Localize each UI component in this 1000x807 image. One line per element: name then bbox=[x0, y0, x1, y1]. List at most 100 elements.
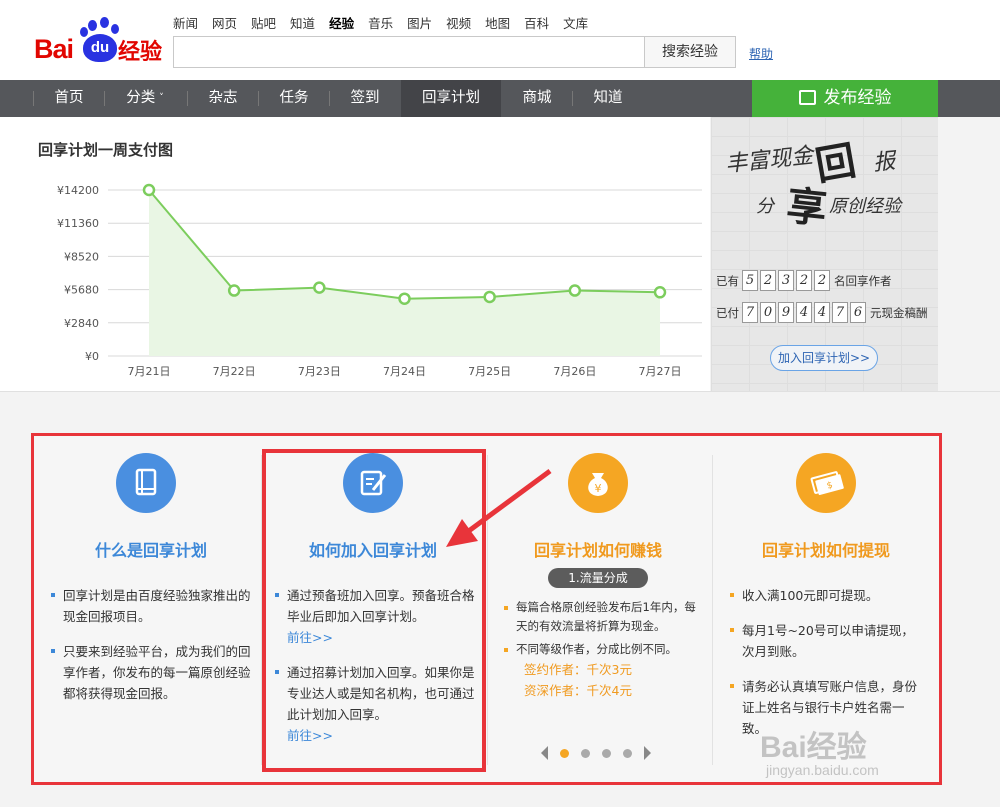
earn-item-text: 不同等级作者，分成比例不同。 bbox=[516, 642, 677, 656]
prev-arrow-icon[interactable] bbox=[541, 746, 548, 760]
svg-text:¥: ¥ bbox=[595, 482, 602, 495]
list-item: 每篇合格原创经验发布后1年内，每天的有效流量将折算为现金。 bbox=[504, 598, 698, 636]
x-tick-label: 7月26日 bbox=[553, 365, 596, 378]
y-tick-label: ¥2840 bbox=[64, 317, 99, 330]
payment-chart-panel: 回享计划一周支付图 ¥0 ¥2840 ¥5680 ¥8520 ¥11360 ¥14200 7… bbox=[0, 117, 710, 391]
publish-button[interactable]: 发布经验 bbox=[752, 80, 938, 117]
nav-magazine[interactable]: 杂志 bbox=[188, 80, 258, 117]
pen-icon bbox=[798, 90, 816, 105]
x-tick-label: 7月23日 bbox=[298, 365, 341, 378]
x-tick-label: 7月27日 bbox=[639, 365, 682, 378]
earn-list: 每篇合格原创经验发布后1年内，每天的有效流量将折算为现金。 不同等级作者，分成比… bbox=[504, 598, 698, 701]
promo-big2: 享 bbox=[784, 182, 829, 233]
data-point bbox=[313, 281, 326, 294]
y-tick-label: ¥14200 bbox=[57, 184, 99, 197]
digit: 7 bbox=[742, 302, 758, 323]
data-point bbox=[398, 292, 411, 305]
data-point bbox=[142, 183, 156, 197]
data-point bbox=[568, 284, 582, 297]
topnav-tieba[interactable]: 贴吧 bbox=[251, 16, 276, 31]
topnav-map[interactable]: 地图 bbox=[485, 16, 510, 31]
digit: 7 bbox=[832, 302, 848, 323]
watermark-url: jingyan.baidu.com bbox=[766, 762, 879, 778]
x-tick-label: 7月21日 bbox=[128, 365, 171, 378]
topnav-baike[interactable]: 百科 bbox=[524, 16, 549, 31]
promo-line1b: 报 bbox=[872, 148, 897, 177]
watermark: Bai经验 jingyan.baidu.com bbox=[760, 722, 879, 778]
paid-post: 元现金稿酬 bbox=[870, 305, 928, 320]
topnav-images[interactable]: 图片 bbox=[407, 16, 432, 31]
topnav-wenku[interactable]: 文库 bbox=[563, 16, 588, 31]
topnav-zhidao[interactable]: 知道 bbox=[290, 16, 315, 31]
cash-icon: $ bbox=[796, 453, 856, 513]
search-button[interactable]: 搜索经验 bbox=[644, 36, 736, 68]
digit: 4 bbox=[814, 302, 830, 323]
nav-mall[interactable]: 商城 bbox=[502, 80, 572, 117]
topnav-jingyan[interactable]: 经验 bbox=[329, 16, 354, 31]
pager-dot[interactable] bbox=[623, 748, 632, 758]
pager-dot[interactable] bbox=[560, 748, 569, 758]
search-input[interactable] bbox=[173, 36, 645, 68]
digit: 4 bbox=[796, 302, 812, 323]
join-plan-button[interactable]: 加入回享计划>> bbox=[770, 345, 878, 371]
money-bag-icon: ¥ bbox=[568, 453, 628, 513]
nav-huixiang[interactable]: 回享计划 bbox=[401, 80, 501, 117]
column-title: 回享计划如何提现 bbox=[761, 541, 890, 560]
nav-tasks[interactable]: 任务 bbox=[259, 80, 329, 117]
x-tick-label: 7月24日 bbox=[383, 365, 426, 378]
help-link[interactable]: 帮助 bbox=[749, 45, 773, 62]
list-item: 回享计划是由百度经验独家推出的现金回报项目。 bbox=[51, 585, 251, 627]
y-tick-label: ¥11360 bbox=[57, 217, 99, 230]
signed-author-rate: 签约作者：千次3元 bbox=[524, 662, 632, 677]
baidu-jingyan-logo[interactable]: Bai du 经验 bbox=[34, 17, 164, 65]
digit: 2 bbox=[814, 270, 830, 291]
paw-toe-2 bbox=[100, 17, 109, 28]
logo-suffix: 经验 bbox=[118, 40, 163, 65]
paw-toe-4 bbox=[80, 27, 88, 37]
topnav-news[interactable]: 新闻 bbox=[173, 16, 198, 31]
logo-du: du bbox=[83, 34, 117, 62]
digit: 2 bbox=[796, 270, 812, 291]
topnav-music[interactable]: 音乐 bbox=[368, 16, 393, 31]
next-arrow-icon[interactable] bbox=[644, 746, 651, 760]
area-fill bbox=[149, 190, 660, 356]
data-point bbox=[227, 284, 241, 297]
carousel-pager bbox=[541, 746, 651, 760]
promo-line2b: 原创经验 bbox=[829, 196, 901, 217]
book-icon bbox=[116, 453, 176, 513]
nav-zhidao[interactable]: 知道 bbox=[573, 80, 643, 117]
paid-amount-row: 已付 7 0 9 4 4 7 6 元现金稿酬 bbox=[716, 302, 928, 323]
publish-label: 发布经验 bbox=[823, 88, 892, 108]
logo-bai: Bai bbox=[34, 34, 74, 64]
topnav-video[interactable]: 视频 bbox=[446, 16, 471, 31]
y-tick-label: ¥8520 bbox=[64, 250, 99, 263]
paw-toe-3 bbox=[111, 24, 119, 34]
x-tick-label: 7月25日 bbox=[468, 365, 511, 378]
chevron-down-icon: ˅ bbox=[159, 93, 164, 103]
digit: 0 bbox=[760, 302, 776, 323]
list-item: 每月1号~20号可以申请提现，次月到账。 bbox=[730, 620, 926, 662]
list-item: 不同等级作者，分成比例不同。 签约作者：千次3元 资深作者：千次4元 bbox=[504, 640, 698, 701]
topnav-web[interactable]: 网页 bbox=[212, 16, 237, 31]
traffic-share-badge: 1.流量分成 bbox=[548, 568, 648, 588]
column-title: 回享计划如何赚钱 bbox=[533, 541, 662, 560]
column-title: 什么是回享计划 bbox=[94, 541, 207, 560]
digit: 9 bbox=[778, 302, 794, 323]
paid-pre: 已付 bbox=[716, 305, 739, 320]
data-point bbox=[653, 286, 667, 299]
nav-checkin[interactable]: 签到 bbox=[330, 80, 400, 117]
nav-home[interactable]: 首页 bbox=[34, 80, 104, 117]
digit: 5 bbox=[742, 270, 758, 291]
x-tick-label: 7月22日 bbox=[213, 365, 256, 378]
author-count-row: 已有 5 2 3 2 2 名回享作者 bbox=[716, 270, 892, 291]
digit: 2 bbox=[760, 270, 776, 291]
authors-pre: 已有 bbox=[716, 273, 739, 288]
promo-line2: 分 bbox=[756, 196, 774, 217]
y-tick-label: ¥5680 bbox=[64, 284, 99, 297]
nav-category[interactable]: 分类 ˅ bbox=[105, 80, 185, 117]
pager-dot[interactable] bbox=[581, 748, 590, 758]
what-list: 回享计划是由百度经验独家推出的现金回报项目。 只要来到经验平台，成为我们的回享作… bbox=[51, 585, 251, 718]
pager-dot[interactable] bbox=[602, 748, 611, 758]
promo-banner: 丰富现金 回 报 分 享 原创经验 已有 5 2 3 2 2 名回享作者 已付 … bbox=[711, 117, 938, 391]
column-divider bbox=[712, 455, 713, 765]
